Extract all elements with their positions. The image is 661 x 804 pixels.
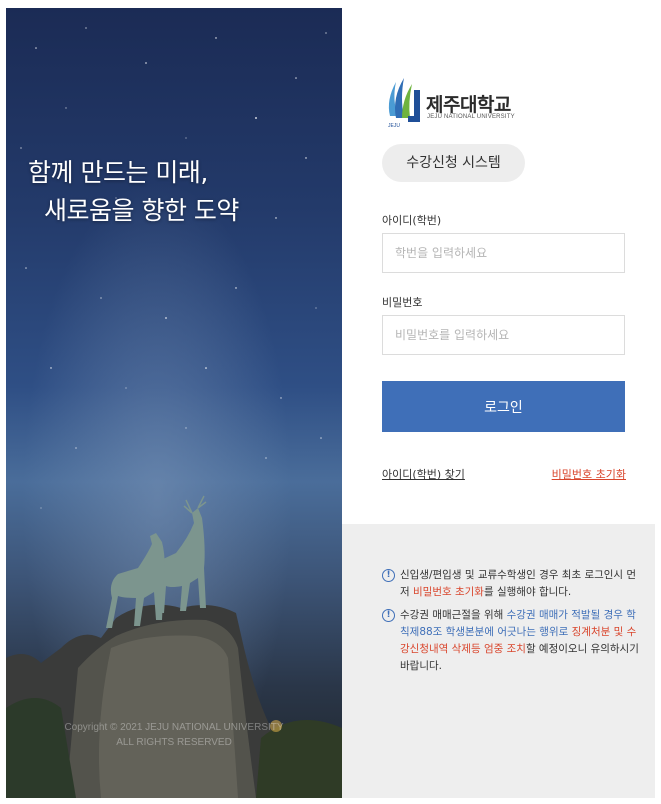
copyright-notice: Copyright © 2021 JEJU NATIONAL UNIVERSIT…: [6, 720, 342, 750]
hero-slogan-line1: 함께 만드는 미래,: [28, 158, 208, 187]
copyright-line1: Copyright © 2021 JEJU NATIONAL UNIVERSIT…: [64, 722, 284, 733]
hero-slogan: 함께 만드는 미래, 새로움을 향한 도약: [28, 154, 239, 230]
password-input[interactable]: [382, 315, 625, 355]
night-sky-background: [6, 8, 342, 798]
password-label: 비밀번호: [382, 296, 423, 309]
notice-area: ! 신입생/편입생 및 교류수학생인 경우 최초 로그인시 먼저 비밀번호 초기…: [342, 524, 655, 798]
notice-text-part: 를 실행해야 합니다.: [483, 586, 572, 598]
find-id-link[interactable]: 아이디(학번) 찾기: [382, 466, 465, 482]
university-english-name: JEJU NATIONAL UNIVERSITY: [427, 114, 515, 120]
login-form-area: JEJU 제주대학교 JEJU NATIONAL UNIVERSITY 수강신청…: [342, 8, 655, 524]
hero-panel: 함께 만드는 미래, 새로움을 향한 도약 Copyright © 2021 J…: [6, 8, 342, 798]
info-icon: !: [382, 569, 395, 582]
emblem-text: JEJU: [388, 123, 400, 129]
notice-text-part: 수강권 매매근절을 위해: [400, 609, 507, 621]
notice-text: 신입생/편입생 및 교류수학생인 경우 최초 로그인시 먼저 비밀번호 초기화를…: [382, 567, 642, 601]
copyright-line2: ALL RIGHTS RESERVED: [116, 737, 232, 748]
info-icon: !: [382, 609, 395, 622]
university-name: 제주대학교: [426, 94, 511, 116]
notice-text: 수강권 매매근절을 위해 수강권 매매가 적발될 경우 학칙제88조 학생본분에…: [382, 607, 642, 675]
notice-highlight-red: 비밀번호 초기화: [413, 586, 484, 598]
student-id-input[interactable]: [382, 233, 625, 273]
notice-item: ! 신입생/편입생 및 교류수학생인 경우 최초 로그인시 먼저 비밀번호 초기…: [382, 567, 642, 601]
system-title-badge: 수강신청 시스템: [382, 144, 525, 182]
login-panel: JEJU 제주대학교 JEJU NATIONAL UNIVERSITY 수강신청…: [342, 8, 655, 798]
id-label: 아이디(학번): [382, 214, 442, 227]
login-button[interactable]: 로그인: [382, 381, 625, 432]
hero-slogan-line2: 새로움을 향한 도약: [44, 196, 239, 225]
notice-item: ! 수강권 매매근절을 위해 수강권 매매가 적발될 경우 학칙제88조 학생본…: [382, 607, 642, 675]
reset-password-link[interactable]: 비밀번호 초기화: [552, 466, 626, 482]
